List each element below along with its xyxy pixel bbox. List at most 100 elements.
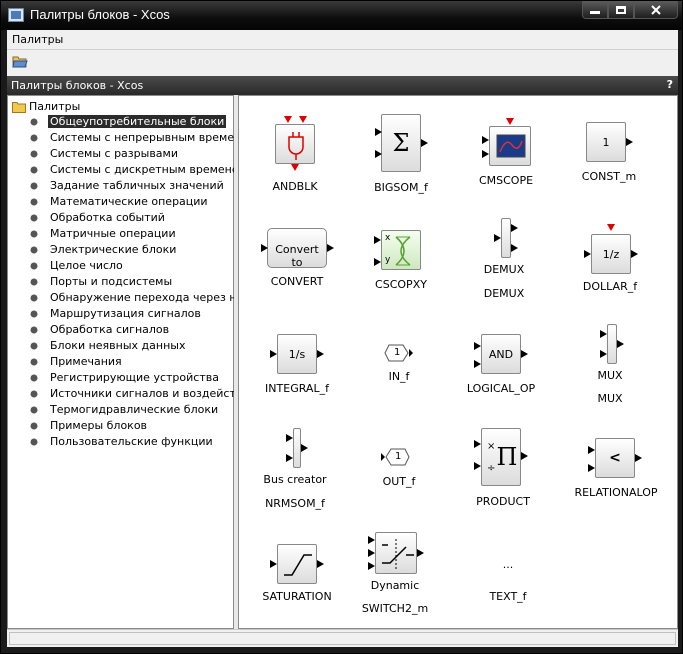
- palette-node-icon: [30, 390, 38, 398]
- output-port: [635, 454, 642, 462]
- tree-item-label: Примечания: [50, 355, 122, 368]
- palette-node-icon: [30, 342, 38, 350]
- block-label: INTEGRAL_f: [265, 382, 329, 395]
- sum-symbol: Σ: [392, 129, 410, 157]
- output-port: [521, 350, 528, 358]
- block-convert[interactable]: Convert to CONVERT: [261, 226, 334, 296]
- block-switch2[interactable]: Dynamic SWITCH2_m: [359, 532, 449, 622]
- integral-text: 1/s: [288, 348, 306, 361]
- input-port: [588, 464, 595, 472]
- event-input-port: [506, 118, 514, 125]
- input-port: [374, 258, 381, 266]
- window-controls: [582, 1, 678, 21]
- input-port: [374, 236, 381, 244]
- output-port: [301, 444, 308, 452]
- palette-node-icon: [30, 438, 38, 446]
- relationalop-text: <: [609, 450, 621, 466]
- close-icon: [651, 4, 661, 15]
- andblk-body: [275, 124, 315, 164]
- block-relationalop[interactable]: < RELATIONALOP: [563, 438, 663, 508]
- event-output-port: [291, 164, 299, 171]
- minimize-icon: [590, 11, 600, 14]
- in-f-value: 1: [394, 347, 401, 358]
- title-bar[interactable]: Палитры блоков - Xcos: [1, 1, 682, 30]
- tree-item-label: Маршрутизация сигналов: [50, 307, 201, 320]
- nrmsom-inner-label: Bus creator: [263, 473, 327, 486]
- x-port-label: x: [385, 233, 391, 243]
- maximize-button[interactable]: [608, 1, 634, 19]
- output-port: [626, 138, 633, 146]
- open-folder-icon[interactable]: [12, 55, 28, 69]
- input-port: [474, 342, 481, 350]
- palette-node-icon: [30, 230, 38, 238]
- block-cmscope[interactable]: CMSCOPE: [479, 118, 535, 188]
- const-value: 1: [602, 136, 610, 149]
- block-text-f[interactable]: ... TEXT_f: [483, 552, 533, 612]
- convert-body: Convert to: [267, 228, 327, 269]
- mux-inner-label: MUX: [597, 369, 623, 382]
- palette-node-icon: [30, 358, 38, 366]
- block-in-f[interactable]: 1 IN_f: [379, 344, 419, 384]
- input-port: [588, 446, 595, 454]
- input-port: [482, 136, 489, 144]
- demux-body: [501, 218, 511, 258]
- help-icon[interactable]: ?: [667, 78, 673, 91]
- palette-node-icon: [30, 262, 38, 270]
- maximize-icon: [616, 5, 626, 14]
- input-port: [368, 536, 375, 544]
- block-label: PRODUCT: [476, 495, 530, 508]
- block-mux[interactable]: MUX MUX: [585, 322, 645, 412]
- status-bar: [7, 629, 678, 647]
- block-saturation[interactable]: SATURATION: [259, 544, 339, 614]
- output-port: [511, 244, 518, 252]
- tree-item-label: Системы с дискретным временем: [50, 163, 247, 176]
- block-label: OUT_f: [382, 475, 416, 488]
- nrmsom-body: [293, 428, 301, 468]
- block-const[interactable]: 1 CONST_m: [579, 122, 645, 192]
- status-field: [9, 632, 676, 645]
- block-dollar[interactable]: 1/z DOLLAR_f: [583, 224, 643, 299]
- output-port: [617, 340, 624, 348]
- tree-item-label: Задание табличных значений: [50, 179, 224, 192]
- palette-node-icon: [30, 118, 38, 126]
- relationalop-body: <: [595, 438, 635, 478]
- minimize-button[interactable]: [582, 1, 608, 19]
- block-label: TEXT_f: [489, 590, 527, 603]
- tree-item-label: Обработка событий: [50, 211, 165, 224]
- block-andblk[interactable]: ANDBLK: [272, 116, 318, 193]
- block-label: LOGICAL_OP: [466, 382, 536, 395]
- palette-tree[interactable]: Палитры Общеупотребительные блоки Системы…: [7, 95, 257, 629]
- blocks-panel: ANDBLK Σ BIGSOM_f CMSCOPE 1 CONST_m Conv…: [238, 95, 678, 629]
- toolbar: [7, 50, 678, 76]
- output-port: [327, 244, 334, 252]
- event-input-port: [607, 224, 615, 231]
- block-bigsom[interactable]: Σ BIGSOM_f: [374, 114, 428, 194]
- input-port: [494, 234, 501, 242]
- block-logical-op[interactable]: AND LOGICAL_OP: [466, 334, 549, 404]
- text-f-inner: ...: [502, 558, 514, 571]
- palette-node-icon: [30, 182, 38, 190]
- switch2-inner-label: Dynamic: [370, 579, 420, 592]
- scope-icon: [496, 134, 526, 158]
- input-port: [482, 150, 489, 158]
- palette-node-icon: [30, 422, 38, 430]
- dollar-text: 1/z: [602, 248, 620, 261]
- bigsom-body: Σ: [381, 114, 421, 172]
- close-button[interactable]: [634, 1, 678, 19]
- block-cscopxy[interactable]: x y CSCOPXY: [373, 230, 433, 300]
- input-port: [368, 549, 375, 557]
- menu-palettes[interactable]: Палитры: [12, 33, 63, 46]
- block-integral[interactable]: 1/s INTEGRAL_f: [265, 334, 329, 404]
- logical-op-body: AND: [481, 334, 521, 374]
- tree-root-label: Палитры: [29, 100, 81, 113]
- input-port: [474, 462, 481, 470]
- tree-item-label: Пользовательские функции: [50, 435, 213, 448]
- folder-icon: [12, 102, 26, 113]
- block-demux[interactable]: DEMUX DEMUX: [479, 216, 539, 306]
- block-product[interactable]: × ÷ Π PRODUCT: [469, 426, 539, 512]
- block-out-f[interactable]: 1 OUT_f: [379, 448, 419, 488]
- block-nrmsom[interactable]: Bus creator NRMSOM_f: [259, 426, 339, 516]
- tree-item-label: Электрические блоки: [50, 243, 177, 256]
- palette-node-icon: [30, 326, 38, 334]
- palette-node-icon: [30, 294, 38, 302]
